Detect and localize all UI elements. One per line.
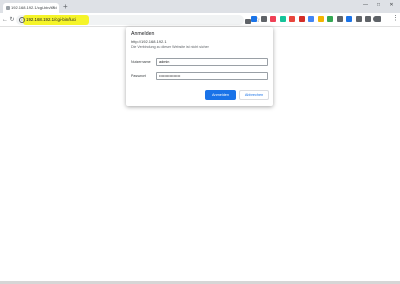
- browser-window: 192.168.192.1/cgi-bin/luci × + — □ ✕ ← ↻…: [0, 0, 400, 284]
- tab-strip: 192.168.192.1/cgi-bin/luci × + — □ ✕: [0, 0, 400, 13]
- info-icon[interactable]: i: [19, 17, 25, 23]
- badge-ext-icon[interactable]: [346, 16, 352, 22]
- username-field[interactable]: [156, 58, 268, 66]
- pocket-ext-icon[interactable]: [270, 16, 276, 22]
- password-field[interactable]: [156, 72, 268, 80]
- gear-ext-icon[interactable]: [251, 16, 257, 22]
- login-button[interactable]: Anmelden: [205, 90, 236, 100]
- box-ext-icon[interactable]: [336, 16, 343, 22]
- new-tab-button[interactable]: +: [63, 2, 68, 11]
- cancel-button[interactable]: Abbrechen: [239, 90, 269, 100]
- tab-close-icon[interactable]: ×: [52, 4, 55, 12]
- bookmark-ext-icon[interactable]: [365, 16, 371, 22]
- address-bar[interactable]: i 192.168.192.1/cgi-bin/luci ☆: [16, 15, 260, 25]
- profile-avatar[interactable]: [373, 16, 379, 22]
- auth-dialog: Anmelden http://192.168.192.1 Die Verbin…: [126, 27, 273, 106]
- username-label: Nutzername: [131, 60, 151, 64]
- url-text[interactable]: 192.168.192.1/cgi-bin/luci: [26, 16, 76, 24]
- tab-title: 192.168.192.1/cgi-bin/luci: [11, 5, 57, 10]
- lastpass-ext-icon[interactable]: [298, 16, 305, 22]
- menu-icon[interactable]: ⋮: [392, 14, 399, 24]
- translate-ext-icon[interactable]: [308, 16, 314, 22]
- globe-icon: [6, 6, 10, 10]
- password-label: Passwort: [131, 74, 146, 78]
- close-window-button[interactable]: ✕: [385, 0, 398, 10]
- browser-toolbar: ← ↻ i 192.168.192.1/cgi-bin/luci ☆ ⋮: [0, 13, 400, 27]
- dialog-title: Anmelden: [131, 31, 155, 37]
- maximize-button[interactable]: □: [372, 0, 385, 10]
- adblock-ext-icon[interactable]: [289, 16, 295, 22]
- grid-ext-icon[interactable]: [355, 16, 362, 22]
- shield-ext-icon[interactable]: [260, 16, 267, 22]
- tab-active[interactable]: 192.168.192.1/cgi-bin/luci ×: [3, 3, 59, 13]
- reload-button[interactable]: ↻: [8, 15, 16, 25]
- window-controls: — □ ✕: [359, 0, 398, 10]
- grammar-ext-icon[interactable]: [279, 16, 286, 22]
- dialog-security-note: Die Verbindung zu dieser Website ist nic…: [131, 45, 209, 49]
- minimize-button[interactable]: —: [359, 0, 372, 10]
- circle-ext-icon[interactable]: [327, 16, 333, 22]
- tag-ext-icon[interactable]: [317, 16, 324, 22]
